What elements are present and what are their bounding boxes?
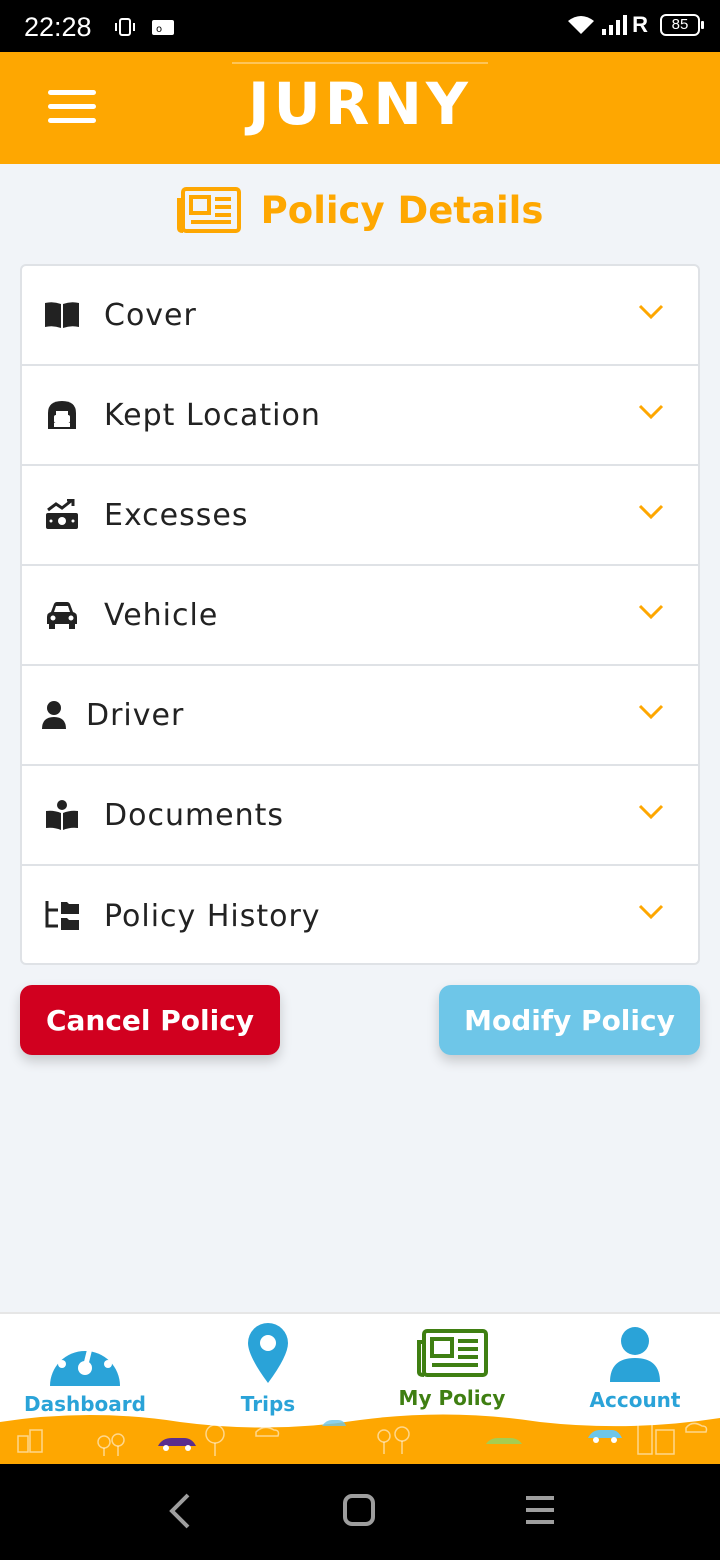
reader-icon [44,797,80,833]
section-label: Driver [86,697,185,733]
jurny-logo: JURNY [248,70,472,138]
bottom-nav: Dashboard Trips My Policy Account [0,1312,720,1464]
vibrate-icon [115,18,135,36]
nav-label: My Policy [398,1386,506,1410]
nav-trips[interactable]: Trips [178,1314,358,1424]
section-kept-location[interactable]: Kept Location [22,366,698,466]
signal-icon [602,15,628,35]
section-label: Kept Location [104,397,321,433]
chevron-down-icon [638,604,664,620]
newspaper-icon [176,187,241,233]
section-label: Vehicle [104,597,219,633]
section-documents[interactable]: Documents [22,766,698,866]
section-vehicle[interactable]: Vehicle [22,566,698,666]
status-right: R 85 [566,12,704,38]
chevron-down-icon [638,504,664,520]
nav-account[interactable]: Account [545,1314,720,1424]
chevron-down-icon [638,804,664,820]
status-bar: 22:28 o R 85 [0,0,720,52]
logo-divider [232,62,488,64]
nav-my-policy[interactable]: My Policy [362,1314,542,1424]
home-icon[interactable] [342,1492,376,1528]
recents-icon[interactable] [524,1492,556,1528]
newspaper-icon [417,1329,488,1377]
section-label: Policy History [104,898,321,934]
page-title-text: Policy Details [260,188,544,232]
book-open-icon [44,297,80,333]
section-label: Excesses [104,497,249,533]
policy-sections: Cover Kept Location Excesses Vehicle Dri… [20,264,700,965]
nav-label: Dashboard [24,1392,146,1416]
system-nav-bar [0,1464,720,1560]
page-title: Policy Details [0,186,720,234]
nav-dashboard[interactable]: Dashboard [0,1314,180,1424]
section-label: Cover [104,297,197,333]
section-policy-history[interactable]: Policy History [22,866,698,963]
modify-policy-button[interactable]: Modify Policy [439,985,700,1055]
cancel-policy-button[interactable]: Cancel Policy [20,985,280,1055]
section-excesses[interactable]: Excesses [22,466,698,566]
money-chart-icon [44,497,80,533]
section-driver[interactable]: Driver [22,666,698,766]
app-header: JURNY [0,52,720,164]
section-cover[interactable]: Cover [22,266,698,366]
car-icon [44,597,80,633]
folder-tree-icon [44,898,80,934]
battery-indicator: 85 [660,14,704,36]
wifi-icon [568,16,595,34]
section-label: Documents [104,797,285,833]
status-time: 22:28 [24,12,92,42]
account-icon [610,1327,660,1382]
notification-icons: o [114,16,174,42]
nav-label: Trips [240,1392,296,1416]
chevron-down-icon [638,404,664,420]
speedometer-icon [50,1336,120,1386]
network-type: R [632,12,648,37]
nav-label: Account [589,1388,681,1412]
user-icon [40,697,68,733]
chevron-down-icon [638,704,664,720]
outlook-icon: o [152,20,174,35]
chevron-down-icon [638,304,664,320]
back-icon[interactable] [168,1492,192,1530]
map-pin-icon [248,1323,288,1383]
svg-text:o: o [156,24,162,35]
garage-icon [44,397,80,433]
chevron-down-icon [638,904,664,920]
